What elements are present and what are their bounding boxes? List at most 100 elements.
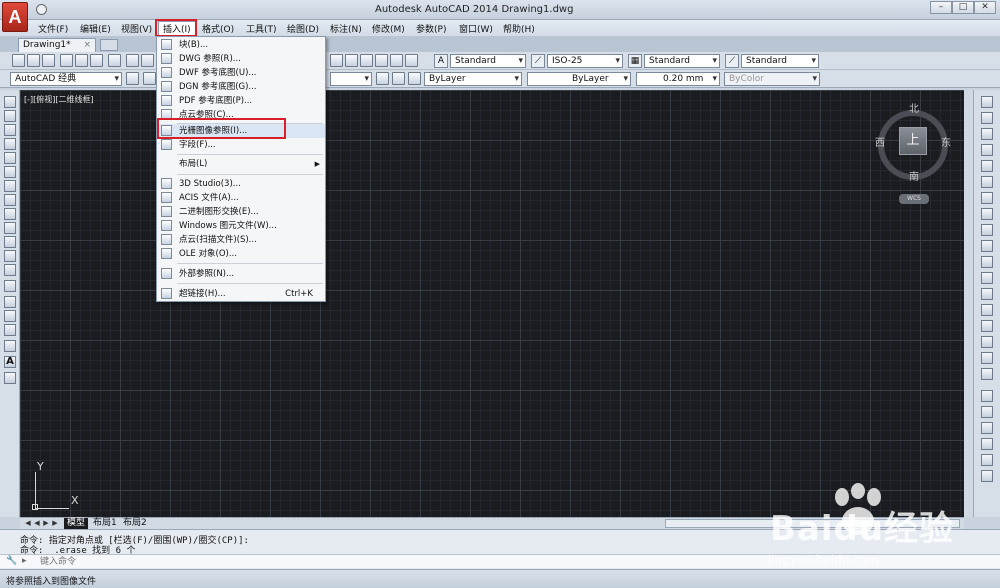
chamfer-icon[interactable] (981, 320, 993, 332)
arc-icon[interactable] (4, 166, 16, 178)
add-selected-icon[interactable] (4, 372, 16, 384)
tool-palette-icon[interactable] (360, 54, 373, 67)
menu-view[interactable]: 视图(V) (121, 22, 152, 35)
point-icon[interactable] (4, 280, 16, 292)
menu-item-external-reference[interactable]: 外部参照(N)... (157, 267, 325, 281)
lineweight-select[interactable]: 0.20 mm (636, 72, 720, 86)
mtext-icon[interactable]: A (4, 356, 16, 368)
menu-draw[interactable]: 绘图(D) (287, 22, 319, 35)
menu-item-dwg-reference[interactable]: DWG 参照(R)... (157, 52, 325, 66)
plot-style-select[interactable]: ByColor (724, 72, 820, 86)
menu-modify[interactable]: 修改(M) (372, 22, 405, 35)
ellipse-icon[interactable] (4, 222, 16, 234)
menu-item-ole-object[interactable]: OLE 对象(O)... (157, 247, 325, 261)
break-icon[interactable] (981, 288, 993, 300)
mleader-style-select[interactable]: Standard (741, 54, 819, 68)
stretch-icon[interactable] (981, 224, 993, 236)
command-settings-icon[interactable]: 🔧 (6, 556, 17, 566)
draw-order-icon[interactable] (981, 390, 993, 402)
menu-window[interactable]: 窗口(W) (459, 22, 493, 35)
print-icon[interactable] (60, 54, 73, 67)
offset-icon[interactable] (981, 144, 993, 156)
menu-item-dgn-underlay[interactable]: DGN 参考底图(G)... (157, 80, 325, 94)
copy-object-icon[interactable] (981, 112, 993, 124)
menu-item-windows-metafile[interactable]: Windows 图元文件(W)... (157, 219, 325, 233)
design-center-icon[interactable] (345, 54, 358, 67)
menu-dimension[interactable]: 标注(N) (330, 22, 362, 35)
erase-icon[interactable] (981, 96, 993, 108)
text-to-front-icon[interactable] (981, 470, 993, 482)
polyline-icon[interactable] (4, 124, 16, 136)
menu-item-point-cloud-scan[interactable]: 点云(扫描文件)(S)... (157, 233, 325, 247)
dim-style-select[interactable]: ISO-25 (547, 54, 623, 68)
send-back-icon[interactable] (981, 422, 993, 434)
copy-icon[interactable] (141, 54, 154, 67)
close-tab-icon[interactable]: × (83, 39, 91, 51)
menu-item-pdf-underlay[interactable]: PDF 参考底图(P)... (157, 94, 325, 108)
bring-front-icon[interactable] (981, 406, 993, 418)
send-under-icon[interactable] (981, 454, 993, 466)
compass-south[interactable]: 南 (909, 168, 919, 183)
line-icon[interactable] (4, 96, 16, 108)
tab-drawing1[interactable]: Drawing1* × (18, 38, 96, 52)
last-layout-icon[interactable]: ▶ (51, 519, 59, 528)
make-current-icon[interactable] (376, 72, 389, 85)
array-icon[interactable] (981, 160, 993, 172)
menu-item-field[interactable]: 字段(F)... (157, 138, 325, 152)
bring-above-icon[interactable] (981, 438, 993, 450)
viewport-controls-label[interactable]: [-][俯视][二维线框] (24, 94, 94, 105)
make-block-icon[interactable] (4, 264, 16, 276)
circle-icon[interactable] (4, 180, 16, 192)
hatch-icon[interactable] (4, 296, 16, 308)
wcs-menu-button[interactable]: WCS (899, 194, 929, 204)
preview-icon[interactable] (75, 54, 88, 67)
workspace-select[interactable]: AutoCAD 经典 (10, 72, 122, 86)
gradient-icon[interactable] (4, 310, 16, 322)
menu-edit[interactable]: 编辑(E) (80, 22, 111, 35)
layer-select[interactable] (330, 72, 372, 86)
layer-previous-icon[interactable] (392, 72, 405, 85)
tab-layout1[interactable]: 布局1 (90, 518, 120, 529)
menu-tools[interactable]: 工具(T) (246, 22, 277, 35)
close-button[interactable]: ✕ (974, 1, 996, 14)
mleader-style-icon[interactable]: ⟋ (725, 54, 739, 68)
menu-parametric[interactable]: 参数(P) (416, 22, 446, 35)
revision-cloud-icon[interactable] (4, 194, 16, 206)
text-style-icon[interactable]: A (434, 54, 448, 68)
properties-icon[interactable] (330, 54, 343, 67)
quick-access-icon[interactable] (36, 4, 47, 15)
ellipse-arc-icon[interactable] (4, 236, 16, 248)
break-point-icon[interactable] (981, 272, 993, 284)
extend-icon[interactable] (981, 256, 993, 268)
calculator-icon[interactable] (405, 54, 418, 67)
command-recent-icon[interactable]: ▸ (22, 556, 27, 566)
trim-icon[interactable] (981, 240, 993, 252)
markup-icon[interactable] (390, 54, 403, 67)
menu-item-dwf-underlay[interactable]: DWF 参考底图(U)... (157, 66, 325, 80)
first-layout-icon[interactable]: ◀ (24, 519, 32, 528)
join-icon[interactable] (981, 304, 993, 316)
menu-item-acis-file[interactable]: ACIS 文件(A)... (157, 191, 325, 205)
vertical-scrollbar[interactable] (964, 90, 974, 517)
blend-curves-icon[interactable] (981, 352, 993, 364)
layer-properties-icon[interactable] (143, 72, 156, 85)
autocad-logo-button[interactable]: A (2, 2, 28, 32)
compass-north[interactable]: 北 (909, 100, 919, 115)
next-layout-icon[interactable]: ▶ (42, 519, 50, 528)
move-icon[interactable] (981, 176, 993, 188)
menu-item-block[interactable]: 块(B)... (157, 38, 325, 52)
menu-help[interactable]: 帮助(H) (503, 22, 535, 35)
new-tab-button[interactable] (100, 39, 118, 51)
open-icon[interactable] (27, 54, 40, 67)
table-style-select[interactable]: Standard (644, 54, 720, 68)
rotate-icon[interactable] (981, 192, 993, 204)
maximize-button[interactable]: □ (952, 1, 974, 14)
compass-east[interactable]: 东 (941, 134, 951, 149)
text-style-select[interactable]: Standard (450, 54, 526, 68)
color-control-icon[interactable] (408, 72, 421, 85)
fillet-icon[interactable] (981, 336, 993, 348)
construction-line-icon[interactable] (4, 110, 16, 122)
workspace-settings-icon[interactable] (126, 72, 139, 85)
insert-block-icon[interactable] (4, 250, 16, 262)
table-icon[interactable] (4, 340, 16, 352)
